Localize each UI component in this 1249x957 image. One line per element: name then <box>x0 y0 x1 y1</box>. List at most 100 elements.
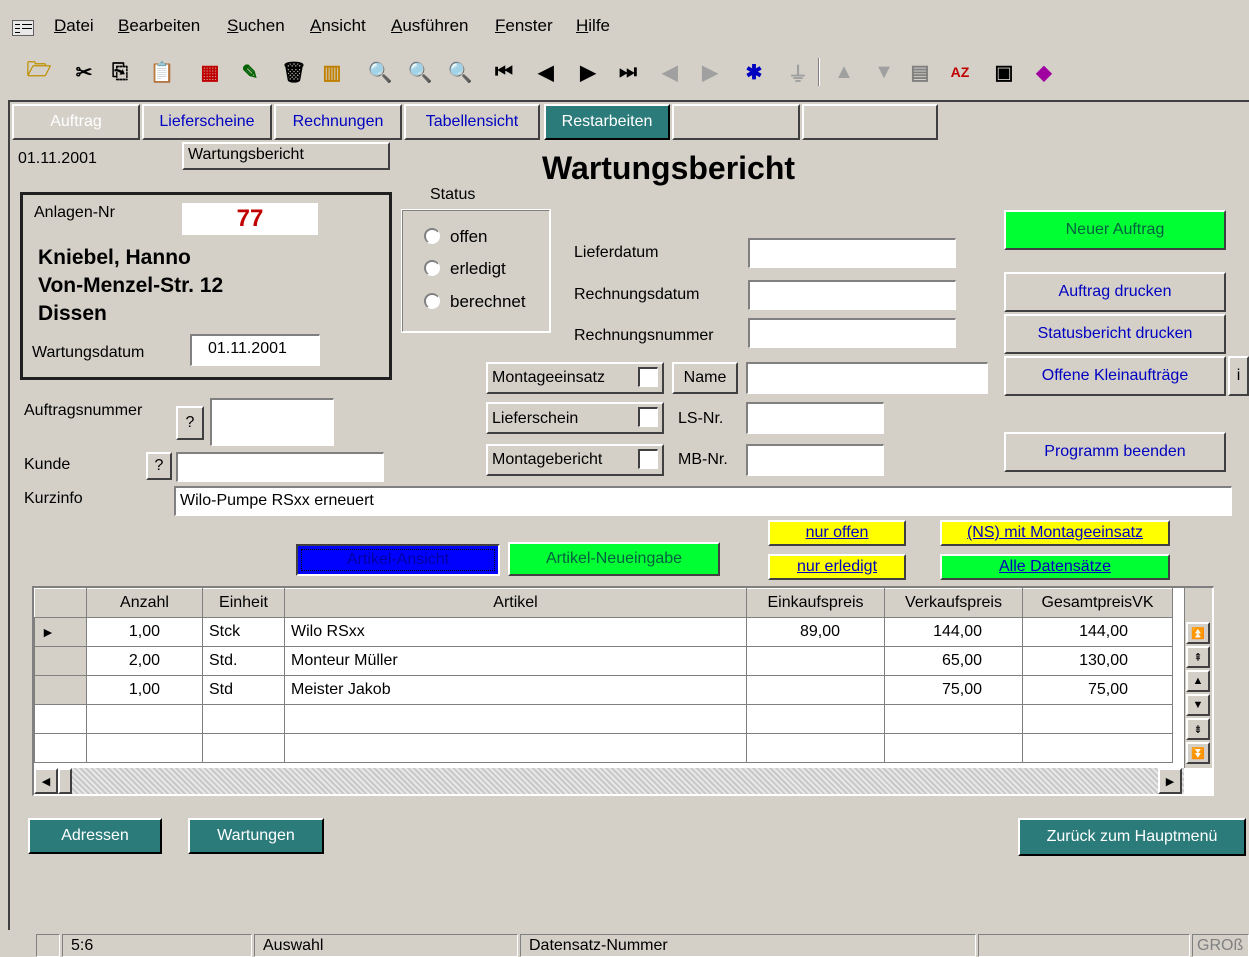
horizontal-scrollbar[interactable] <box>34 768 1184 794</box>
filter-icon[interactable]: ⏚ <box>784 58 812 86</box>
find-next-icon[interactable]: 🔍 <box>446 58 474 86</box>
auftragsnummer-field[interactable] <box>210 398 334 446</box>
kunde-help-button[interactable]: ? <box>146 452 172 480</box>
cell-artikel[interactable]: Meister Jakob <box>284 675 747 705</box>
nur-erledigt-button[interactable]: nur erledigt <box>768 554 906 580</box>
paste-icon[interactable]: 📋 <box>148 58 176 86</box>
find-icon[interactable]: 🔍 <box>366 58 394 86</box>
sort-down-icon[interactable]: ▼ <box>870 58 898 86</box>
statusbericht-drucken-button[interactable]: Statusbericht drucken <box>1004 314 1226 354</box>
scroll-right-icon[interactable]: ▶ <box>1158 768 1182 794</box>
artikel-neueingabe-button[interactable]: Artikel-Neueingabe <box>508 542 720 576</box>
col-gesamtpreisvk[interactable]: GesamtpreisVK <box>1022 588 1173 618</box>
cell-artikel[interactable]: Monteur Müller <box>284 646 747 676</box>
col-anzahl[interactable]: Anzahl <box>86 588 203 618</box>
lieferdatum-field[interactable] <box>748 238 956 268</box>
offene-kleinauftraege-button[interactable]: Offene Kleinaufträge <box>1004 356 1226 396</box>
chart-icon[interactable]: ▥ <box>318 58 346 86</box>
empty-cell[interactable] <box>284 704 747 734</box>
col-artikel[interactable]: Artikel <box>284 588 747 618</box>
ls-nr-field[interactable] <box>746 402 884 434</box>
last-record-icon[interactable]: ⏬ <box>1186 742 1210 764</box>
table-row[interactable]: 2,00 Std. Monteur Müller 65,00 130,00 <box>34 646 1173 676</box>
page-down-icon[interactable]: ⇟ <box>1186 718 1210 740</box>
first-record-icon[interactable]: ⏫ <box>1186 622 1210 644</box>
book-icon[interactable]: ◆ <box>1030 58 1058 86</box>
empty-cell[interactable] <box>86 704 203 734</box>
sort-az-icon[interactable]: AZ <box>946 58 974 86</box>
empty-cell[interactable] <box>86 733 203 763</box>
alle-datensaetze-button[interactable]: Alle Datensätze <box>940 554 1170 580</box>
lieferschein-checkbox[interactable] <box>638 407 658 427</box>
cell-verkaufspreis[interactable]: 144,00 <box>884 617 1023 647</box>
col-verkaufspreis[interactable]: Verkaufspreis <box>884 588 1023 618</box>
open-folder-icon[interactable]: 🗁 <box>25 58 53 86</box>
first-record-icon[interactable]: ⏮ <box>490 58 518 86</box>
table-row[interactable]: ► 1,00 Stck Wilo RSxx 89,00 144,00 144,0… <box>34 617 1173 647</box>
menu-datei[interactable]: Datei <box>54 16 94 36</box>
delete-icon[interactable]: 🗑 <box>280 58 308 86</box>
form-icon[interactable]: ▦ <box>196 58 224 86</box>
menu-ausfuehren[interactable]: Ausführen <box>391 16 469 36</box>
artikel-grid[interactable]: Anzahl Einheit Artikel Einkaufspreis Ver… <box>32 586 1214 796</box>
empty-cell[interactable] <box>1022 733 1173 763</box>
cell-einkaufspreis[interactable] <box>746 675 885 705</box>
cell-artikel[interactable]: Wilo RSxx <box>284 617 747 647</box>
prev-new-icon[interactable]: ◀ <box>656 58 684 86</box>
menu-fenster[interactable]: Fenster <box>495 16 553 36</box>
name-field[interactable] <box>746 362 988 394</box>
menu-bearbeiten[interactable]: Bearbeiten <box>118 16 200 36</box>
row-selector[interactable] <box>34 733 87 763</box>
scroll-left-icon[interactable]: ◀ <box>34 768 58 794</box>
empty-cell[interactable] <box>884 704 1023 734</box>
radio-offen[interactable] <box>424 228 440 244</box>
cell-anzahl[interactable]: 2,00 <box>86 646 203 676</box>
mb-nr-field[interactable] <box>746 444 884 476</box>
cut-icon[interactable]: ✂ <box>70 58 98 86</box>
anlagen-nr-field[interactable]: 77 <box>182 203 318 235</box>
name-button[interactable]: Name <box>672 362 738 394</box>
cell-einheit[interactable]: Stck <box>202 617 285 647</box>
edit-form-icon[interactable]: ✎ <box>236 58 264 86</box>
row-selector[interactable] <box>34 675 87 705</box>
copy-icon[interactable]: ⎘ <box>106 58 134 86</box>
empty-cell[interactable] <box>284 733 747 763</box>
menu-suchen[interactable]: Suchen <box>227 16 285 36</box>
empty-cell[interactable] <box>202 704 285 734</box>
zurueck-hauptmenue-button[interactable]: Zurück zum Hauptmenü <box>1018 818 1246 856</box>
prev-row-icon[interactable]: ▲ <box>1186 670 1210 692</box>
montageeinsatz-checkbox[interactable] <box>638 367 658 387</box>
tab-rechnungen[interactable]: Rechnungen <box>274 104 402 140</box>
empty-cell[interactable] <box>884 733 1023 763</box>
info-button[interactable]: i <box>1228 356 1249 396</box>
tab-auftrag[interactable]: Auftrag <box>12 104 140 140</box>
cell-anzahl[interactable]: 1,00 <box>86 617 203 647</box>
radio-erledigt[interactable] <box>424 260 440 276</box>
neuer-auftrag-button[interactable]: Neuer Auftrag <box>1004 210 1226 250</box>
next-new-icon[interactable]: ▶ <box>696 58 724 86</box>
next-row-icon[interactable]: ▼ <box>1186 694 1210 716</box>
programm-beenden-button[interactable]: Programm beenden <box>1004 432 1226 472</box>
radio-berechnet[interactable] <box>424 293 440 309</box>
row-selector[interactable]: ► <box>34 617 87 647</box>
cell-einkaufspreis[interactable] <box>746 646 885 676</box>
auftragsnummer-help-button[interactable]: ? <box>176 406 204 440</box>
empty-cell[interactable] <box>746 704 885 734</box>
tab-restarbeiten[interactable]: Restarbeiten <box>544 104 670 140</box>
empty-cell[interactable] <box>1022 704 1173 734</box>
empty-cell[interactable] <box>746 733 885 763</box>
artikel-ansicht-button[interactable]: Artikel-Ansicht <box>296 544 500 576</box>
next-record-icon[interactable]: ▶ <box>574 58 602 86</box>
cell-einheit[interactable]: Std. <box>202 646 285 676</box>
nur-offen-button[interactable]: nur offen <box>768 520 906 546</box>
wartungsdatum-field[interactable]: 01.11.2001 <box>190 334 320 366</box>
kunde-field[interactable] <box>176 452 384 482</box>
empty-cell[interactable] <box>202 733 285 763</box>
prev-record-icon[interactable]: ◀ <box>532 58 560 86</box>
table-row-empty[interactable] <box>34 733 1173 763</box>
wartungen-button[interactable]: Wartungen <box>188 818 324 854</box>
col-einheit[interactable]: Einheit <box>202 588 285 618</box>
scroll-thumb[interactable] <box>58 768 72 794</box>
col-einkaufspreis[interactable]: Einkaufspreis <box>746 588 885 618</box>
adressen-button[interactable]: Adressen <box>28 818 162 854</box>
